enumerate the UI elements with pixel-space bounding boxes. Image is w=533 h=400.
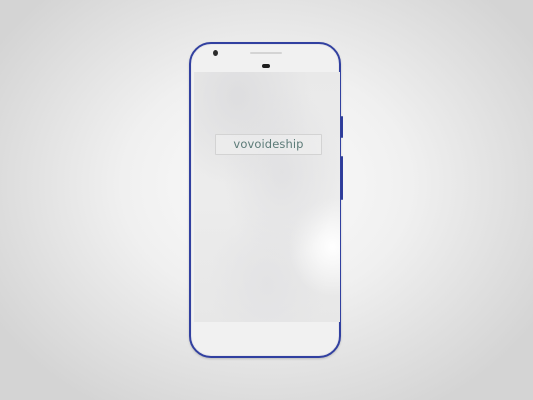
front-camera-icon	[213, 50, 218, 56]
proximity-sensor	[262, 64, 270, 68]
brand-text: vovoideship	[233, 137, 304, 151]
brand-label-box: vovoideship	[215, 134, 322, 155]
volume-button[interactable]	[341, 156, 343, 200]
earpiece-speaker	[250, 52, 282, 54]
phone-screen[interactable]: vovoideship	[194, 72, 340, 322]
phone-mockup: vovoideship	[189, 42, 341, 358]
power-button[interactable]	[341, 116, 343, 138]
